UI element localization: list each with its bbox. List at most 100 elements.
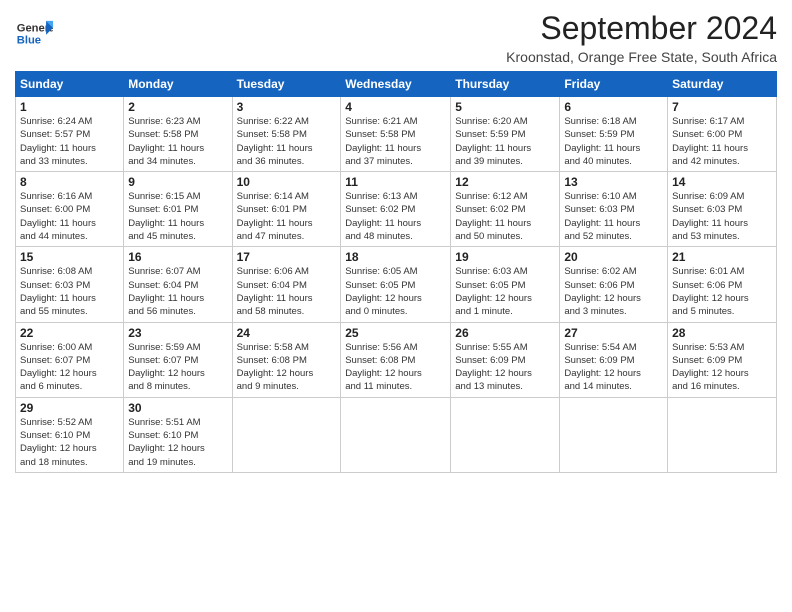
day-number: 30 — [128, 401, 227, 415]
logo-icon: General Blue — [15, 14, 53, 52]
day-number: 19 — [455, 250, 555, 264]
day-cell: 7Sunrise: 6:17 AM Sunset: 6:00 PM Daylig… — [668, 97, 777, 172]
day-cell: 3Sunrise: 6:22 AM Sunset: 5:58 PM Daylig… — [232, 97, 341, 172]
page: General Blue September 2024 Kroonstad, O… — [0, 0, 792, 612]
day-cell: 4Sunrise: 6:21 AM Sunset: 5:58 PM Daylig… — [341, 97, 451, 172]
day-info: Sunrise: 6:12 AM Sunset: 6:02 PM Dayligh… — [455, 190, 555, 243]
day-cell: 6Sunrise: 6:18 AM Sunset: 5:59 PM Daylig… — [560, 97, 668, 172]
day-info: Sunrise: 5:52 AM Sunset: 6:10 PM Dayligh… — [20, 416, 119, 469]
day-number: 10 — [237, 175, 337, 189]
svg-text:Blue: Blue — [17, 34, 41, 46]
day-number: 26 — [455, 326, 555, 340]
day-number: 20 — [564, 250, 663, 264]
day-info: Sunrise: 6:05 AM Sunset: 6:05 PM Dayligh… — [345, 265, 446, 318]
title-area: September 2024 Kroonstad, Orange Free St… — [506, 10, 777, 65]
day-cell: 25Sunrise: 5:56 AM Sunset: 6:08 PM Dayli… — [341, 322, 451, 397]
week-row-5: 29Sunrise: 5:52 AM Sunset: 6:10 PM Dayli… — [16, 397, 777, 472]
week-row-3: 15Sunrise: 6:08 AM Sunset: 6:03 PM Dayli… — [16, 247, 777, 322]
day-cell: 26Sunrise: 5:55 AM Sunset: 6:09 PM Dayli… — [451, 322, 560, 397]
day-number: 21 — [672, 250, 772, 264]
day-cell: 17Sunrise: 6:06 AM Sunset: 6:04 PM Dayli… — [232, 247, 341, 322]
day-cell — [560, 397, 668, 472]
weekday-friday: Friday — [560, 72, 668, 97]
day-info: Sunrise: 6:09 AM Sunset: 6:03 PM Dayligh… — [672, 190, 772, 243]
day-number: 24 — [237, 326, 337, 340]
day-number: 9 — [128, 175, 227, 189]
week-row-4: 22Sunrise: 6:00 AM Sunset: 6:07 PM Dayli… — [16, 322, 777, 397]
day-cell: 2Sunrise: 6:23 AM Sunset: 5:58 PM Daylig… — [124, 97, 232, 172]
day-number: 29 — [20, 401, 119, 415]
day-cell: 20Sunrise: 6:02 AM Sunset: 6:06 PM Dayli… — [560, 247, 668, 322]
day-info: Sunrise: 6:21 AM Sunset: 5:58 PM Dayligh… — [345, 115, 446, 168]
day-info: Sunrise: 6:07 AM Sunset: 6:04 PM Dayligh… — [128, 265, 227, 318]
day-number: 18 — [345, 250, 446, 264]
day-info: Sunrise: 6:13 AM Sunset: 6:02 PM Dayligh… — [345, 190, 446, 243]
weekday-wednesday: Wednesday — [341, 72, 451, 97]
day-info: Sunrise: 6:16 AM Sunset: 6:00 PM Dayligh… — [20, 190, 119, 243]
month-title: September 2024 — [506, 10, 777, 47]
day-info: Sunrise: 5:58 AM Sunset: 6:08 PM Dayligh… — [237, 341, 337, 394]
day-number: 4 — [345, 100, 446, 114]
day-info: Sunrise: 6:24 AM Sunset: 5:57 PM Dayligh… — [20, 115, 119, 168]
day-info: Sunrise: 6:20 AM Sunset: 5:59 PM Dayligh… — [455, 115, 555, 168]
day-cell — [668, 397, 777, 472]
day-info: Sunrise: 6:18 AM Sunset: 5:59 PM Dayligh… — [564, 115, 663, 168]
day-cell: 29Sunrise: 5:52 AM Sunset: 6:10 PM Dayli… — [16, 397, 124, 472]
day-info: Sunrise: 5:56 AM Sunset: 6:08 PM Dayligh… — [345, 341, 446, 394]
day-info: Sunrise: 6:14 AM Sunset: 6:01 PM Dayligh… — [237, 190, 337, 243]
day-number: 2 — [128, 100, 227, 114]
header: General Blue September 2024 Kroonstad, O… — [15, 10, 777, 65]
day-number: 27 — [564, 326, 663, 340]
day-cell: 22Sunrise: 6:00 AM Sunset: 6:07 PM Dayli… — [16, 322, 124, 397]
day-number: 12 — [455, 175, 555, 189]
day-cell: 18Sunrise: 6:05 AM Sunset: 6:05 PM Dayli… — [341, 247, 451, 322]
day-cell: 9Sunrise: 6:15 AM Sunset: 6:01 PM Daylig… — [124, 172, 232, 247]
weekday-monday: Monday — [124, 72, 232, 97]
day-cell: 27Sunrise: 5:54 AM Sunset: 6:09 PM Dayli… — [560, 322, 668, 397]
day-cell: 12Sunrise: 6:12 AM Sunset: 6:02 PM Dayli… — [451, 172, 560, 247]
logo: General Blue — [15, 14, 55, 52]
day-cell — [341, 397, 451, 472]
day-info: Sunrise: 6:02 AM Sunset: 6:06 PM Dayligh… — [564, 265, 663, 318]
day-info: Sunrise: 6:06 AM Sunset: 6:04 PM Dayligh… — [237, 265, 337, 318]
day-info: Sunrise: 5:53 AM Sunset: 6:09 PM Dayligh… — [672, 341, 772, 394]
day-info: Sunrise: 5:55 AM Sunset: 6:09 PM Dayligh… — [455, 341, 555, 394]
day-cell: 16Sunrise: 6:07 AM Sunset: 6:04 PM Dayli… — [124, 247, 232, 322]
day-cell — [232, 397, 341, 472]
day-number: 25 — [345, 326, 446, 340]
day-cell: 13Sunrise: 6:10 AM Sunset: 6:03 PM Dayli… — [560, 172, 668, 247]
day-number: 1 — [20, 100, 119, 114]
day-number: 7 — [672, 100, 772, 114]
day-cell: 23Sunrise: 5:59 AM Sunset: 6:07 PM Dayli… — [124, 322, 232, 397]
location-subtitle: Kroonstad, Orange Free State, South Afri… — [506, 49, 777, 65]
weekday-header-row: SundayMondayTuesdayWednesdayThursdayFrid… — [16, 72, 777, 97]
day-info: Sunrise: 5:51 AM Sunset: 6:10 PM Dayligh… — [128, 416, 227, 469]
weekday-thursday: Thursday — [451, 72, 560, 97]
day-number: 6 — [564, 100, 663, 114]
day-number: 22 — [20, 326, 119, 340]
day-info: Sunrise: 6:17 AM Sunset: 6:00 PM Dayligh… — [672, 115, 772, 168]
day-info: Sunrise: 6:08 AM Sunset: 6:03 PM Dayligh… — [20, 265, 119, 318]
weekday-tuesday: Tuesday — [232, 72, 341, 97]
day-number: 13 — [564, 175, 663, 189]
day-number: 3 — [237, 100, 337, 114]
day-number: 23 — [128, 326, 227, 340]
day-info: Sunrise: 6:10 AM Sunset: 6:03 PM Dayligh… — [564, 190, 663, 243]
day-info: Sunrise: 6:22 AM Sunset: 5:58 PM Dayligh… — [237, 115, 337, 168]
day-number: 8 — [20, 175, 119, 189]
day-number: 14 — [672, 175, 772, 189]
calendar: SundayMondayTuesdayWednesdayThursdayFrid… — [15, 71, 777, 473]
day-cell: 11Sunrise: 6:13 AM Sunset: 6:02 PM Dayli… — [341, 172, 451, 247]
day-number: 5 — [455, 100, 555, 114]
day-cell: 30Sunrise: 5:51 AM Sunset: 6:10 PM Dayli… — [124, 397, 232, 472]
day-cell — [451, 397, 560, 472]
day-cell: 15Sunrise: 6:08 AM Sunset: 6:03 PM Dayli… — [16, 247, 124, 322]
day-cell: 28Sunrise: 5:53 AM Sunset: 6:09 PM Dayli… — [668, 322, 777, 397]
day-info: Sunrise: 6:03 AM Sunset: 6:05 PM Dayligh… — [455, 265, 555, 318]
day-cell: 8Sunrise: 6:16 AM Sunset: 6:00 PM Daylig… — [16, 172, 124, 247]
day-cell: 10Sunrise: 6:14 AM Sunset: 6:01 PM Dayli… — [232, 172, 341, 247]
day-cell: 5Sunrise: 6:20 AM Sunset: 5:59 PM Daylig… — [451, 97, 560, 172]
weekday-saturday: Saturday — [668, 72, 777, 97]
day-info: Sunrise: 6:23 AM Sunset: 5:58 PM Dayligh… — [128, 115, 227, 168]
weekday-sunday: Sunday — [16, 72, 124, 97]
